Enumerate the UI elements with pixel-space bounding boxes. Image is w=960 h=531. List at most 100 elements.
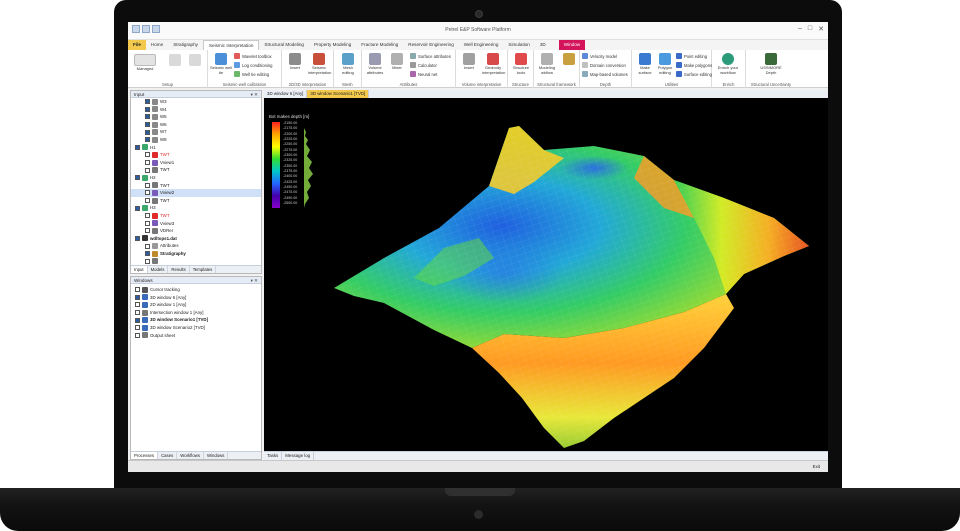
tree-item[interactable]: TWT [131, 182, 261, 190]
visibility-checkbox[interactable] [145, 251, 150, 257]
tree-item[interactable]: W4 [131, 106, 261, 114]
tree-item[interactable]: TWT [131, 166, 261, 174]
visibility-checkbox[interactable] [145, 129, 150, 135]
tree-item[interactable]: TWT [131, 212, 261, 220]
3d-viewport[interactable]: Bot makes depth [m] -2150.00 -2175.00 -220… [264, 98, 828, 451]
setup-tool-button[interactable] [164, 54, 186, 67]
tree-item[interactable]: Vview3 [131, 220, 261, 228]
framework-tool-button[interactable] [558, 53, 580, 66]
pane-controls[interactable]: ▾ ✕ [251, 91, 258, 98]
tree-item[interactable]: VDRer [131, 227, 261, 235]
ribbon-tab[interactable]: Well Engineering [459, 40, 504, 50]
visibility-checkbox[interactable] [135, 235, 140, 241]
visibility-checkbox[interactable] [145, 213, 150, 219]
visibility-checkbox[interactable] [135, 144, 140, 150]
ribbon-tab[interactable]: Window [558, 40, 586, 50]
managed-button[interactable]: Managed [130, 54, 160, 72]
tree-item[interactable]: H1 [131, 144, 261, 152]
surface-attributes-button[interactable]: Surface attributes [410, 53, 451, 59]
structure-tools-button[interactable]: Structure tools [510, 53, 532, 75]
visibility-checkbox[interactable] [145, 190, 150, 196]
tree-item[interactable]: W3 [131, 98, 261, 106]
setup-tool2-button[interactable] [184, 54, 206, 67]
visibility-checkbox[interactable] [145, 220, 150, 226]
ribbon-tab[interactable]: Simulation [503, 40, 534, 50]
visibility-checkbox[interactable] [135, 325, 140, 331]
visibility-checkbox[interactable] [145, 106, 150, 112]
tree-item[interactable]: Stratigraphy [131, 250, 261, 258]
tree-item[interactable]: 3D window Scenario2 [TVD] [131, 324, 261, 332]
visibility-checkbox[interactable] [145, 160, 150, 166]
visibility-checkbox[interactable] [145, 99, 150, 105]
tree-item[interactable]: wdltops1.dat [131, 235, 261, 243]
visibility-checkbox[interactable] [145, 167, 150, 173]
pane-tab[interactable]: Models [148, 266, 169, 273]
tree-item[interactable]: Cursor tracking [131, 286, 261, 294]
mesh-editing-button[interactable]: Mesh editing [337, 53, 359, 75]
enrich-workflow-button[interactable]: Enrich your workflow [717, 53, 739, 75]
visibility-checkbox[interactable] [135, 302, 140, 308]
well-tie-editing-button[interactable]: Well tie editing [234, 71, 269, 77]
insert-button[interactable]: Insert [284, 53, 306, 71]
tree-item[interactable]: Output sheet [131, 332, 261, 340]
tree-item[interactable]: 3D window 6 [Any] [131, 294, 261, 302]
visibility-checkbox[interactable] [145, 258, 150, 264]
maximize-button[interactable]: □ [808, 25, 812, 33]
tree-item[interactable] [131, 257, 261, 265]
ribbon-tab[interactable]: Stratigraphy [168, 40, 203, 50]
visibility-checkbox[interactable] [145, 114, 150, 120]
ribbon-tab[interactable]: Home [146, 40, 168, 50]
tree-item[interactable]: 3D window Scenario1 [TVD] [131, 316, 261, 324]
pane-tab[interactable]: Processes [131, 452, 159, 459]
tree-item[interactable]: H2 [131, 174, 261, 182]
visibility-checkbox[interactable] [135, 175, 140, 181]
tree-item[interactable]: W6 [131, 121, 261, 129]
tree-item[interactable]: TWT [131, 197, 261, 205]
tree-item[interactable]: Vview1 [131, 159, 261, 167]
visibility-checkbox[interactable] [135, 310, 140, 316]
ribbon-tab[interactable]: Structural Modeling [259, 40, 309, 50]
tree-item[interactable]: Intersection window 1 [Any] [131, 309, 261, 317]
ribbon-tab[interactable]: Property Modeling [309, 40, 356, 50]
visibility-checkbox[interactable] [145, 137, 150, 143]
surface-editing-button[interactable]: Surface editing [676, 71, 712, 77]
visibility-checkbox[interactable] [145, 198, 150, 204]
visibility-checkbox[interactable] [135, 294, 140, 300]
visibility-checkbox[interactable] [145, 243, 150, 249]
insert2-button[interactable]: Insert [458, 53, 480, 71]
make-polygons-button[interactable]: Make polygons [676, 62, 712, 68]
tree-item[interactable]: W5 [131, 113, 261, 121]
visibility-checkbox[interactable] [135, 332, 140, 338]
seismic-interpretation-button[interactable]: Seismic interpretation [308, 53, 331, 75]
volume-attributes-button[interactable]: Volume attributes [364, 53, 386, 75]
visibility-checkbox[interactable] [145, 152, 150, 158]
domain-conversion-button[interactable]: Domain conversion [582, 62, 626, 68]
pane-tab[interactable]: Cases [158, 452, 178, 459]
visibility-checkbox[interactable] [135, 317, 140, 323]
neural-net-button[interactable]: Neural net [410, 71, 437, 77]
log-conditioning-button[interactable]: Log conditioning [234, 62, 273, 68]
make-surface-button[interactable]: Make surface [634, 53, 656, 75]
modeling-wkflow-button[interactable]: Modeling wkflow [536, 53, 558, 75]
tree-item[interactable]: 2D window 1 [Any] [131, 301, 261, 309]
close-button[interactable]: ✕ [818, 25, 824, 33]
visibility-checkbox[interactable] [145, 122, 150, 128]
ussimore-depth-button[interactable]: USSIMORE Depth [758, 53, 784, 75]
minimize-button[interactable]: – [798, 25, 802, 33]
visibility-checkbox[interactable] [145, 228, 150, 234]
ribbon-tab[interactable]: File [128, 40, 146, 50]
pane-tab[interactable]: Message log [282, 452, 315, 460]
tree-item[interactable]: W8 [131, 136, 261, 144]
seismic-well-tie-button[interactable]: Seismic well tie [210, 53, 232, 75]
viewport-tab[interactable]: 3D window Scenario1 [TVD] [307, 90, 370, 98]
visibility-checkbox[interactable] [135, 205, 140, 211]
pane-tab[interactable]: Windows [204, 452, 229, 459]
visibility-checkbox[interactable] [135, 287, 140, 293]
polygon-editing-button[interactable]: Polygon editing [654, 53, 676, 75]
tree-item[interactable]: W7 [131, 128, 261, 136]
geobody-interpretation-button[interactable]: Geobody interpretation [482, 53, 505, 75]
ribbon-tab[interactable]: Fracture Modeling [356, 40, 403, 50]
calculator-button[interactable]: Calculator [410, 62, 437, 68]
ribbon-tab[interactable]: Reservoir Engineering [403, 40, 458, 50]
pane-tab[interactable]: Tasks [264, 452, 283, 460]
